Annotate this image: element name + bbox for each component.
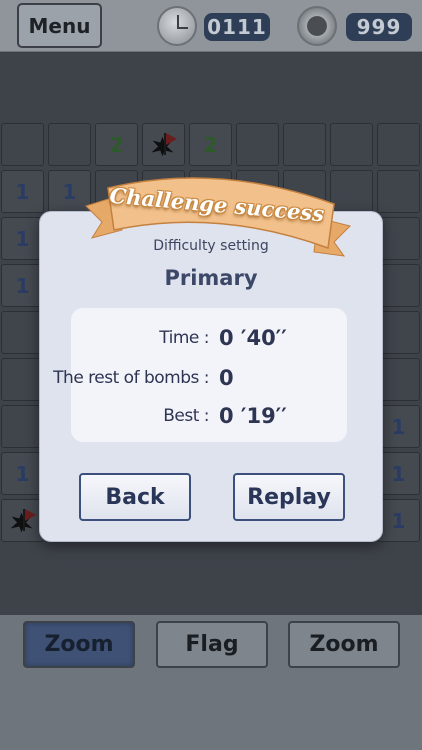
board-cell[interactable]: 1	[1, 217, 44, 260]
board-cell[interactable]	[1, 311, 44, 354]
board-cell[interactable]	[377, 358, 420, 401]
cell-number: 1	[15, 226, 30, 251]
back-button[interactable]: Back	[79, 473, 191, 521]
bombs-counter: 999	[346, 13, 412, 41]
rest-of-bombs-value: 0	[219, 366, 234, 390]
board-cell[interactable]	[236, 123, 279, 166]
cell-number: 1	[391, 461, 406, 486]
bottom-toolbar: Zoom Flag Zoom	[0, 615, 422, 750]
replay-button[interactable]: Replay	[233, 473, 345, 521]
cell-number: 1	[15, 179, 30, 204]
time-label: Time :	[159, 328, 209, 348]
board-cell[interactable]	[48, 123, 91, 166]
cell-number: 1	[15, 273, 30, 298]
flag-icon	[150, 131, 178, 159]
board-cell[interactable]	[377, 311, 420, 354]
cell-number: 1	[15, 461, 30, 486]
best-value: 0 ′19′′	[219, 404, 287, 428]
difficulty-level: Primary	[164, 266, 258, 290]
best-label: Best :	[163, 406, 209, 426]
board-cell[interactable]: 1	[1, 452, 44, 495]
cell-number: 2	[203, 132, 218, 157]
board-cell[interactable]: 2	[189, 123, 232, 166]
board-cell[interactable]	[377, 170, 420, 213]
board-cell[interactable]	[1, 405, 44, 448]
stats-panel: Time : 0 ′40′′ The rest of bombs : 0 Bes…	[53, 308, 347, 442]
board-cell[interactable]: 1	[1, 264, 44, 307]
board-cell[interactable]	[1, 499, 44, 542]
top-bar: Menu 0111 999	[0, 0, 422, 52]
cell-number: 1	[391, 508, 406, 533]
bomb-icon	[297, 6, 337, 46]
result-dialog: Difficulty setting Primary Time : 0 ′40′…	[39, 211, 383, 542]
board-cell[interactable]	[377, 123, 420, 166]
timer-counter: 0111	[204, 13, 270, 41]
board-cell[interactable]	[330, 123, 373, 166]
flag-icon	[9, 507, 37, 535]
board-cell[interactable]	[1, 358, 44, 401]
cell-number: 1	[391, 414, 406, 439]
board-cell[interactable]	[1, 123, 44, 166]
board-cell[interactable]: 1	[1, 170, 44, 213]
time-value: 0 ′40′′	[219, 326, 287, 350]
board-cell[interactable]: 1	[377, 499, 420, 542]
zoom-button-left[interactable]: Zoom	[23, 621, 135, 668]
rest-of-bombs-label: The rest of bombs :	[53, 368, 209, 388]
board-cell[interactable]	[283, 123, 326, 166]
zoom-button-right[interactable]: Zoom	[288, 621, 400, 668]
cell-number: 1	[62, 179, 77, 204]
cell-number: 2	[109, 132, 124, 157]
flag-button[interactable]: Flag	[156, 621, 268, 668]
board-cell[interactable]	[142, 123, 185, 166]
menu-button[interactable]: Menu	[17, 3, 102, 48]
board-cell[interactable]: 1	[377, 405, 420, 448]
board-cell[interactable]: 1	[377, 452, 420, 495]
board-cell[interactable]: 2	[95, 123, 138, 166]
board-cell[interactable]	[377, 264, 420, 307]
board-cell[interactable]	[377, 217, 420, 260]
clock-icon	[157, 6, 197, 46]
